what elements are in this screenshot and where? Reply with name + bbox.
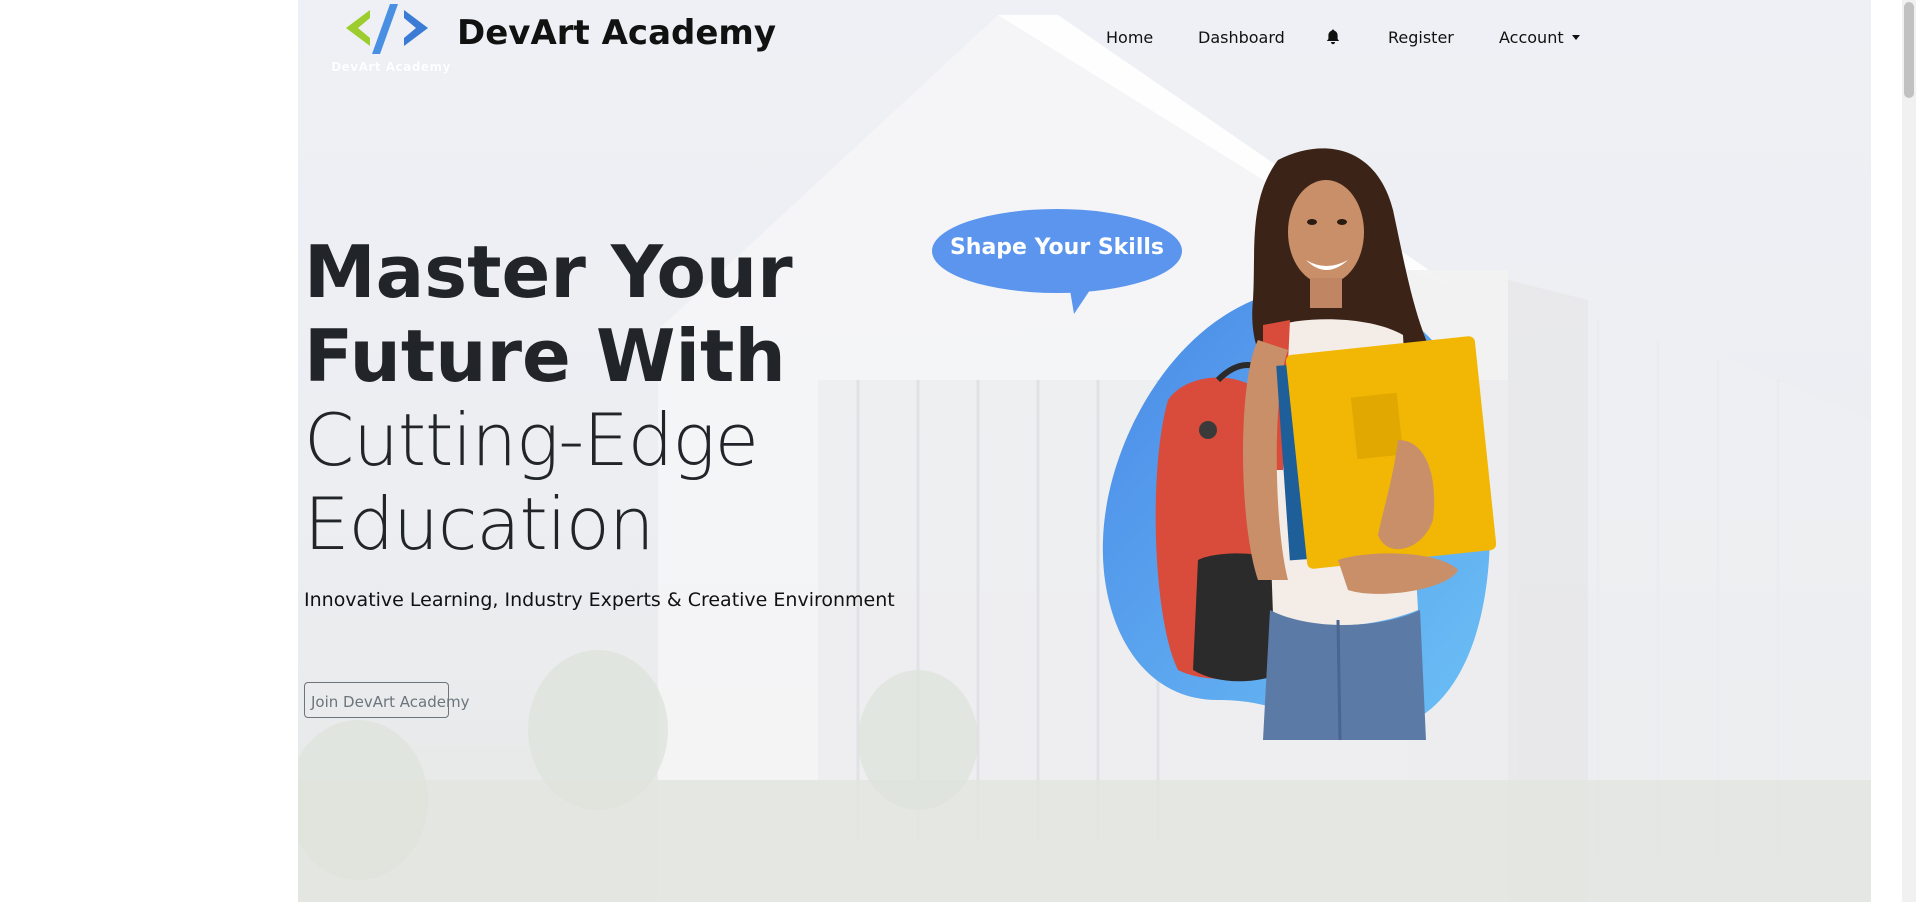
code-brackets-icon	[346, 4, 428, 54]
join-academy-button[interactable]: Join DevArt Academy	[304, 682, 469, 718]
notifications-button[interactable]	[1326, 29, 1340, 49]
hero-line-4: Education	[304, 482, 654, 566]
hero-subtitle: Innovative Learning, Industry Experts & …	[304, 589, 895, 611]
logo-caption: DevArt Academy	[331, 60, 451, 74]
hero-headline: Master Your Future With Cutting-Edge Edu…	[304, 230, 864, 566]
nav-home-link[interactable]: Home	[1106, 28, 1153, 47]
nav-register-link[interactable]: Register	[1388, 28, 1454, 47]
page-scrollbar[interactable]	[1902, 0, 1916, 902]
brand-logo[interactable]: DevArt Academy	[330, 2, 450, 74]
hero-line-2: Future With	[304, 314, 786, 398]
shape-skills-speech-bubble: Shape Your Skills	[932, 209, 1182, 293]
page-container: DevArt Academy DevArt Academy Home Dashb…	[298, 0, 1871, 902]
bell-icon	[1326, 29, 1340, 45]
scrollbar-thumb[interactable]	[1904, 2, 1914, 98]
speech-bubble-tail	[1070, 290, 1090, 314]
hero-line-3: Cutting-Edge	[304, 398, 759, 482]
brand-name[interactable]: DevArt Academy	[457, 13, 776, 53]
account-dropdown[interactable]: Account	[1499, 28, 1580, 47]
nav-dashboard-link[interactable]: Dashboard	[1198, 28, 1285, 47]
account-dropdown-label: Account	[1499, 28, 1564, 47]
caret-down-icon	[1571, 35, 1580, 40]
hero-line-1: Master Your	[304, 230, 793, 314]
